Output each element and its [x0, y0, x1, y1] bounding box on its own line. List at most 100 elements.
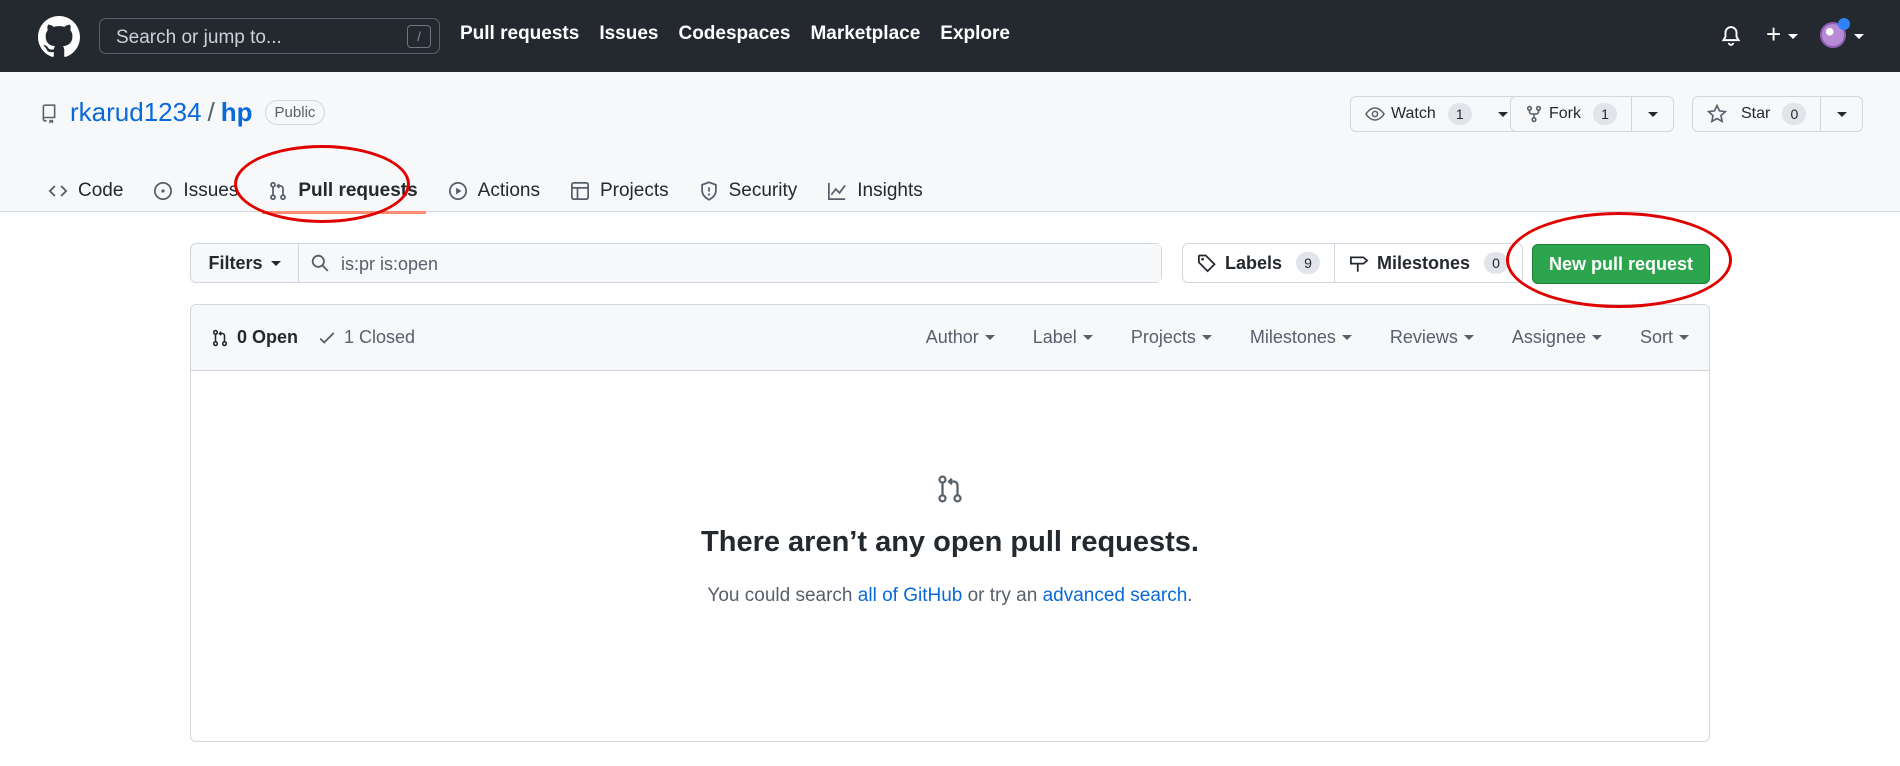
- search-placeholder: Search or jump to...: [116, 27, 282, 48]
- filters-dropdown-button[interactable]: Filters: [191, 244, 299, 282]
- eye-icon: [1365, 107, 1385, 121]
- chevron-down-icon: [1836, 111, 1847, 117]
- tab-actions[interactable]: Actions: [448, 170, 540, 212]
- repo-icon: [42, 104, 56, 124]
- list-header: 0 Open 1 Closed Author Label Projects Mi…: [191, 305, 1709, 371]
- closed-filter-link[interactable]: 1 Closed: [318, 327, 415, 348]
- labels-label: Labels: [1225, 252, 1283, 273]
- fork-label: Fork: [1549, 105, 1581, 122]
- tab-insights[interactable]: Insights: [827, 170, 923, 212]
- filter-label: Sort: [1639, 327, 1673, 347]
- filter-label: Reviews: [1389, 327, 1458, 347]
- pull-request-icon: [212, 329, 228, 346]
- check-icon: [319, 331, 335, 344]
- pull-request-icon: [938, 475, 962, 503]
- global-search-input[interactable]: Search or jump to... /: [99, 18, 440, 54]
- repo-name-link[interactable]: hp: [221, 97, 253, 128]
- list-filters: Author Label Projects Milestones Reviews…: [926, 327, 1689, 348]
- filters-label: Filters: [208, 252, 263, 273]
- pull-request-list: 0 Open 1 Closed Author Label Projects Mi…: [190, 304, 1710, 742]
- nav-explore[interactable]: Explore: [940, 23, 1010, 45]
- nav-codespaces[interactable]: Codespaces: [678, 23, 790, 45]
- star-button-group: Star 0: [1692, 96, 1864, 132]
- code-icon: [48, 185, 68, 197]
- chevron-down-icon: [1679, 335, 1689, 340]
- blankslate-title: There aren’t any open pull requests.: [701, 526, 1199, 558]
- milestones-count: 0: [1484, 252, 1509, 274]
- chevron-down-icon: [1341, 335, 1352, 340]
- tab-projects[interactable]: Projects: [570, 170, 669, 212]
- search-all-github-link[interactable]: all of GitHub: [858, 585, 963, 606]
- milestones-button[interactable]: Milestones 0: [1334, 244, 1522, 282]
- tab-security[interactable]: Security: [699, 170, 798, 212]
- global-nav: Pull requests Issues Codespaces Marketpl…: [460, 23, 1010, 45]
- github-logo-icon[interactable]: [38, 16, 80, 58]
- filter-label: Projects: [1130, 327, 1196, 347]
- create-new-button[interactable]: +: [1764, 19, 1804, 50]
- nav-pull-requests[interactable]: Pull requests: [460, 23, 579, 45]
- pr-search-value: is:pr is:open: [341, 254, 439, 274]
- tab-issues[interactable]: Issues: [153, 170, 238, 212]
- labels-button[interactable]: Labels 9: [1183, 244, 1334, 282]
- filter-label: Milestones: [1249, 327, 1336, 347]
- chevron-down-icon: [1082, 335, 1093, 340]
- repo-header: rkarud1234 / hp Public Watch 1 Fork 1 St…: [0, 72, 1900, 214]
- star-count: 0: [1782, 103, 1807, 125]
- open-filter-link[interactable]: 0 Open: [211, 327, 298, 348]
- filter-bar: Filters is:pr is:open: [190, 243, 1162, 283]
- star-dropdown[interactable]: [1820, 97, 1862, 131]
- blankslate-text: You could search: [707, 585, 858, 606]
- author-filter[interactable]: Author: [926, 327, 995, 348]
- filter-label: Label: [1032, 327, 1077, 347]
- chevron-down-icon: [984, 335, 995, 340]
- blankslate: There aren’t any open pull requests. You…: [191, 371, 1709, 741]
- tab-code[interactable]: Code: [48, 170, 123, 212]
- chevron-down-icon: [1463, 335, 1474, 340]
- projects-filter[interactable]: Projects: [1131, 327, 1212, 348]
- watch-label: Watch: [1391, 105, 1436, 122]
- watch-button-group: Watch 1: [1350, 96, 1521, 132]
- milestone-icon: [1350, 256, 1369, 272]
- nav-marketplace[interactable]: Marketplace: [810, 23, 920, 45]
- fork-button[interactable]: Fork 1: [1511, 97, 1631, 131]
- tab-label: Security: [728, 180, 798, 201]
- advanced-search-link[interactable]: advanced search: [1043, 585, 1188, 606]
- sort-dropdown[interactable]: Sort: [1640, 327, 1689, 348]
- fork-dropdown[interactable]: [1631, 97, 1673, 131]
- star-button[interactable]: Star 0: [1693, 97, 1820, 131]
- milestones-filter[interactable]: Milestones: [1250, 327, 1352, 348]
- new-pull-request-button[interactable]: New pull request: [1532, 244, 1710, 284]
- tab-pull-requests[interactable]: Pull requests: [262, 170, 427, 214]
- header-actions: +: [1600, 0, 1900, 72]
- label-filter[interactable]: Label: [1033, 327, 1093, 348]
- shield-icon: [700, 181, 717, 201]
- filter-label: Assignee: [1511, 327, 1586, 347]
- chevron-down-icon[interactable]: [1854, 34, 1864, 39]
- tab-label: Issues: [183, 180, 239, 201]
- blankslate-text: .: [1187, 585, 1193, 606]
- star-label: Star: [1741, 105, 1771, 122]
- chevron-down-icon: [270, 260, 281, 266]
- repo-owner-link[interactable]: rkarud1234: [70, 97, 202, 128]
- pr-search-input[interactable]: is:pr is:open: [299, 244, 1161, 282]
- filter-label: Author: [925, 327, 979, 347]
- notifications-bell-icon[interactable]: [1720, 24, 1742, 48]
- assignee-filter[interactable]: Assignee: [1512, 327, 1602, 348]
- labels-milestones-group: Labels 9 Milestones 0: [1182, 243, 1524, 283]
- state-toggles: 0 Open 1 Closed: [211, 327, 415, 348]
- nav-issues[interactable]: Issues: [599, 23, 658, 45]
- tab-label: Pull requests: [298, 180, 418, 201]
- watch-button[interactable]: Watch 1: [1351, 97, 1486, 131]
- tab-label: Insights: [857, 180, 923, 201]
- plus-icon: +: [1766, 19, 1782, 49]
- fork-icon: [1526, 105, 1542, 123]
- chevron-down-icon: [1497, 111, 1508, 117]
- watch-count: 1: [1447, 103, 1472, 125]
- open-count-label: 0 Open: [237, 327, 299, 347]
- tab-label: Actions: [477, 180, 540, 201]
- tag-icon: [1198, 254, 1216, 273]
- issue-opened-icon: [154, 182, 173, 200]
- closed-count-label: 1 Closed: [344, 327, 416, 347]
- reviews-filter[interactable]: Reviews: [1390, 327, 1474, 348]
- visibility-badge: Public: [264, 100, 326, 125]
